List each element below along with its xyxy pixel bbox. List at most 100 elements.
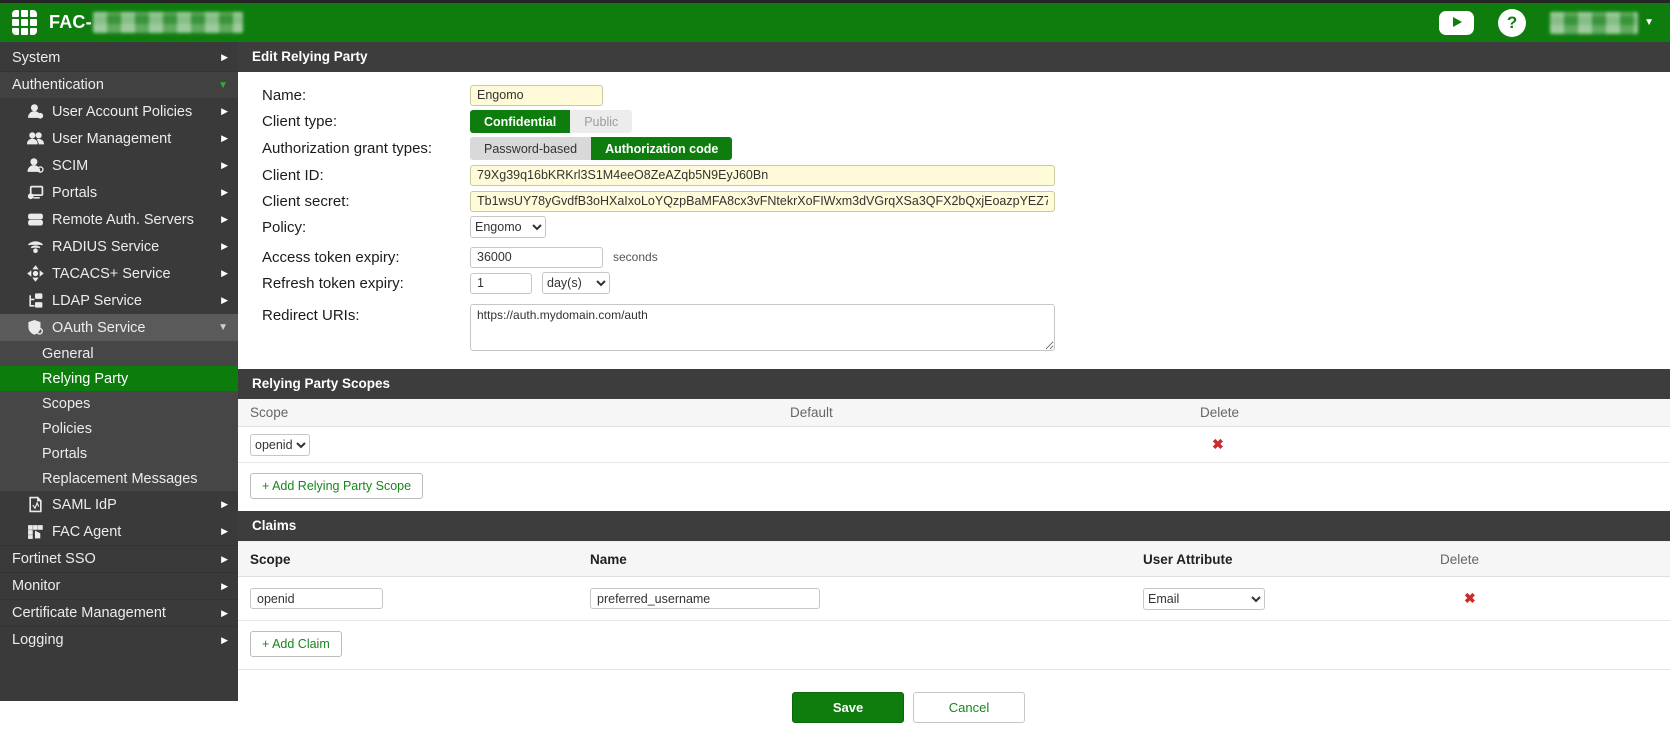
scopes-col-scope: Scope <box>250 405 790 420</box>
redirect-uris-label: Redirect URIs: <box>262 304 470 324</box>
sidebar-item-oauth-policies[interactable]: Policies <box>0 416 238 441</box>
chevron-right-icon: ▶ <box>221 160 228 171</box>
client-id-input[interactable] <box>470 165 1055 186</box>
youtube-icon[interactable] <box>1439 11 1474 35</box>
sidebar-item-system[interactable]: System ▶ <box>0 44 238 71</box>
brand-label: FAC- <box>49 12 92 33</box>
sidebar-item-label: Portals <box>42 446 87 462</box>
client-secret-label: Client secret: <box>262 193 470 210</box>
sidebar-item-label: User Management <box>52 131 171 147</box>
chevron-right-icon: ▶ <box>221 635 228 646</box>
sidebar-item-radius-service[interactable]: RADIUS Service ▶ <box>0 233 238 260</box>
user-wrench-icon <box>26 103 44 121</box>
add-claim-button[interactable]: + Add Claim <box>250 631 342 657</box>
grant-types-toggle: Password-based Authorization code <box>470 137 732 160</box>
claim-scope-input[interactable] <box>250 588 383 609</box>
sidebar-item-label: Monitor <box>12 578 60 594</box>
add-relying-party-scope-button[interactable]: + Add Relying Party Scope <box>250 473 423 499</box>
client-type-confidential-button[interactable]: Confidential <box>470 110 570 133</box>
name-input[interactable] <box>470 85 603 106</box>
claim-user-attribute-select[interactable]: Email <box>1143 588 1265 610</box>
sidebar-item-oauth-scopes[interactable]: Scopes <box>0 391 238 416</box>
sidebar-item-oauth-service[interactable]: OAuth Service ▼ <box>0 314 238 341</box>
sidebar-item-label: Authentication <box>12 77 104 93</box>
redirect-uris-textarea[interactable]: https://auth.mydomain.com/auth <box>470 304 1055 351</box>
sidebar-item-user-management[interactable]: User Management ▶ <box>0 125 238 152</box>
sidebar-item-portals[interactable]: Portals ▶ <box>0 179 238 206</box>
sidebar-item-label: Relying Party <box>42 371 128 387</box>
sidebar-item-scim[interactable]: SCIM ▶ <box>0 152 238 179</box>
document-icon <box>26 496 44 514</box>
sidebar-item-saml-idp[interactable]: SAML IdP ▶ <box>0 491 238 518</box>
sidebar-item-oauth-general[interactable]: General <box>0 341 238 366</box>
form-actions: Save Cancel <box>238 670 1670 723</box>
sidebar-item-tacacs-service[interactable]: TACACS+ Service ▶ <box>0 260 238 287</box>
sidebar-item-label: Policies <box>42 421 92 437</box>
sidebar-item-oauth-relying-party[interactable]: Relying Party <box>0 366 238 391</box>
refresh-token-expiry-input[interactable] <box>470 273 532 294</box>
chevron-right-icon: ▶ <box>221 106 228 117</box>
chevron-down-icon: ▼ <box>1644 17 1654 28</box>
policy-select[interactable]: Engomo <box>470 216 546 238</box>
user-sync-icon <box>26 157 44 175</box>
sidebar-item-label: Fortinet SSO <box>12 551 96 567</box>
chevron-right-icon: ▶ <box>221 581 228 592</box>
access-token-expiry-input[interactable] <box>470 247 603 268</box>
client-type-toggle: Confidential Public <box>470 110 632 133</box>
claims-table-row: Email ✖ <box>238 577 1670 621</box>
claims-section-title: Claims <box>238 511 1670 541</box>
sidebar-item-label: SAML IdP <box>52 497 117 513</box>
delete-claim-icon[interactable]: ✖ <box>1440 590 1476 607</box>
save-button[interactable]: Save <box>792 692 904 723</box>
sidebar-item-certificate-management[interactable]: Certificate Management ▶ <box>0 599 238 626</box>
chevron-right-icon: ▶ <box>221 608 228 619</box>
sidebar-item-fortinet-sso[interactable]: Fortinet SSO ▶ <box>0 545 238 572</box>
servers-icon <box>26 211 44 229</box>
client-secret-input[interactable] <box>470 191 1055 212</box>
cancel-button[interactable]: Cancel <box>913 692 1025 723</box>
relying-party-form: Name: Client type: Confidential Public A… <box>238 72 1670 369</box>
client-type-public-button[interactable]: Public <box>570 110 632 133</box>
sidebar-item-logging[interactable]: Logging ▶ <box>0 626 238 653</box>
sidebar-item-remote-auth-servers[interactable]: Remote Auth. Servers ▶ <box>0 206 238 233</box>
claim-name-input[interactable] <box>590 588 820 609</box>
sidebar: System ▶ Authentication ▼ User Account P… <box>0 42 238 747</box>
shield-icon <box>26 319 44 337</box>
client-id-label: Client ID: <box>262 167 470 184</box>
sidebar-item-label: General <box>42 346 94 362</box>
apps-grid-icon[interactable] <box>12 10 37 35</box>
scopes-col-delete: Delete <box>1200 405 1239 420</box>
claims-col-scope: Scope <box>250 552 590 567</box>
user-menu[interactable]: ▼ <box>1550 12 1654 34</box>
sidebar-item-label: Replacement Messages <box>42 471 198 487</box>
chevron-right-icon: ▶ <box>221 554 228 565</box>
sidebar-item-label: SCIM <box>52 158 88 174</box>
sidebar-item-label: Scopes <box>42 396 90 412</box>
access-token-expiry-label: Access token expiry: <box>262 249 470 266</box>
page-title: Edit Relying Party <box>238 42 1670 72</box>
grant-authorization-code-button[interactable]: Authorization code <box>591 137 732 160</box>
claims-col-user-attribute: User Attribute <box>1143 552 1440 567</box>
sidebar-item-user-account-policies[interactable]: User Account Policies ▶ <box>0 98 238 125</box>
policy-label: Policy: <box>262 219 470 236</box>
help-icon[interactable]: ? <box>1498 9 1526 37</box>
portal-screen-icon <box>26 184 44 202</box>
oauth-submenu: General Relying Party Scopes Policies Po… <box>0 341 238 491</box>
sidebar-item-monitor[interactable]: Monitor ▶ <box>0 572 238 599</box>
sidebar-item-oauth-portals[interactable]: Portals <box>0 441 238 466</box>
agent-grid-icon <box>26 523 44 541</box>
sidebar-item-fac-agent[interactable]: FAC Agent ▶ <box>0 518 238 545</box>
sidebar-item-ldap-service[interactable]: LDAP Service ▶ <box>0 287 238 314</box>
access-token-expiry-unit: seconds <box>613 250 658 264</box>
grant-password-based-button[interactable]: Password-based <box>470 137 591 160</box>
chevron-right-icon: ▶ <box>221 133 228 144</box>
claims-col-delete: Delete <box>1440 552 1479 567</box>
scope-select[interactable]: openid <box>250 434 310 456</box>
delete-scope-icon[interactable]: ✖ <box>1200 436 1224 453</box>
chevron-right-icon: ▶ <box>221 241 228 252</box>
sidebar-item-authentication[interactable]: Authentication ▼ <box>0 71 238 98</box>
refresh-token-expiry-unit-select[interactable]: day(s) <box>542 272 610 294</box>
sidebar-item-label: Remote Auth. Servers <box>52 212 194 228</box>
sidebar-item-oauth-replacement-messages[interactable]: Replacement Messages <box>0 466 238 491</box>
claims-col-name: Name <box>590 552 1143 567</box>
